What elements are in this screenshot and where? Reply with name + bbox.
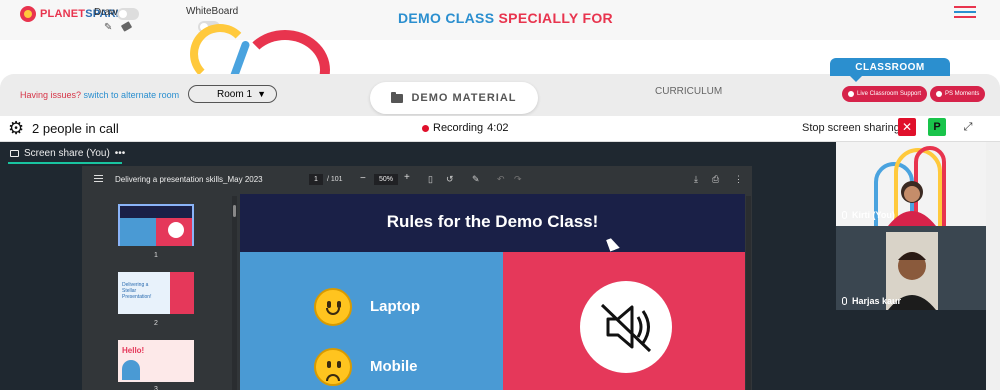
fit-page-icon[interactable]: ▯	[428, 174, 433, 185]
issues-notice: Having issues? switch to alternate room	[20, 90, 179, 100]
undo-icon[interactable]: ↶	[497, 174, 505, 185]
video-tile-self[interactable]: Kirti (You)	[836, 142, 986, 226]
download-icon[interactable]: ⤓	[694, 174, 698, 185]
info-icon	[848, 91, 854, 97]
thumbnail-page-3[interactable]: Hello!	[118, 340, 194, 382]
active-tab-indicator	[8, 162, 122, 164]
gear-icon[interactable]: ⚙	[8, 119, 24, 137]
logo-mark-icon	[20, 6, 36, 22]
participant-button[interactable]: P	[928, 118, 946, 136]
zoom-out-icon[interactable]: −	[360, 173, 366, 184]
stop-share-label: Stop screen sharing	[802, 122, 900, 134]
thumbnail-page-1[interactable]	[118, 204, 194, 246]
microphone-icon	[842, 211, 847, 219]
slide-item-laptop: Laptop	[370, 298, 420, 315]
draw-label: Draw	[94, 7, 118, 18]
mute-speaker-icon	[580, 281, 672, 373]
live-support-label: Live Classroom Support	[857, 91, 922, 97]
thumbnail-number: 3	[154, 386, 158, 390]
page-scrollbar[interactable]	[746, 196, 751, 390]
thumbnail-number: 1	[154, 252, 158, 259]
pdf-filename: Delivering a presentation skills_May 202…	[115, 175, 263, 184]
whiteboard-label: WhiteBoard	[186, 6, 239, 17]
annotate-icon[interactable]: ✎	[472, 174, 480, 185]
redo-icon[interactable]: ↷	[514, 174, 522, 185]
smiley-face-icon	[314, 288, 352, 326]
switch-room-link[interactable]: switch to alternate room	[84, 90, 180, 100]
recording-indicator: Recording 4:02	[422, 122, 509, 134]
draw-toggle[interactable]	[117, 8, 139, 20]
zoom-input[interactable]: 50%	[374, 174, 398, 185]
screen-share-tab[interactable]: Screen share (You) •••	[10, 148, 125, 159]
room-select-value: Room 1	[217, 88, 253, 100]
room-select[interactable]: Room 1 ▼	[188, 85, 277, 103]
recording-label: Recording	[433, 122, 484, 134]
more-options-icon[interactable]: •••	[115, 148, 126, 159]
zoom-in-icon[interactable]: +	[404, 172, 410, 183]
print-icon[interactable]: ⎙	[712, 174, 719, 185]
ps-moments-button[interactable]: PS Moments	[930, 86, 986, 102]
issues-text: Having issues?	[20, 90, 82, 100]
video-tile-participant[interactable]: Harjas kaur	[836, 226, 986, 310]
classroom-tab[interactable]: CLASSROOM	[830, 58, 950, 82]
monitor-icon	[10, 150, 19, 157]
close-icon: ✕	[901, 120, 913, 134]
screen-share-label: Screen share (You)	[24, 148, 110, 159]
slide-title: Rules for the Demo Class!	[386, 212, 599, 231]
sad-face-icon	[314, 348, 352, 386]
participant-label-other: Harjas kaur	[852, 296, 902, 306]
pdf-menu-icon[interactable]	[94, 175, 103, 182]
thumbnail-scroll-thumb[interactable]	[233, 205, 236, 217]
page-title: DEMO CLASS SPECIALLY FOR	[398, 10, 613, 26]
hamburger-menu-icon[interactable]	[954, 6, 976, 20]
participant-label-self: Kirti (You)	[852, 210, 895, 220]
thumbnail-2-title: Delivering a Stellar Presentation!	[122, 282, 152, 300]
ps-moments-label: PS Moments	[945, 91, 980, 97]
curriculum-tab[interactable]: CURRICULUM	[655, 86, 722, 97]
recording-time: 4:02	[487, 122, 509, 134]
stop-share-button[interactable]: ✕	[898, 118, 916, 136]
participant-name: Kirti (You)	[842, 210, 895, 220]
rotate-icon[interactable]: ↺	[446, 174, 454, 185]
thumbnail-3-title: Hello!	[122, 346, 145, 355]
pencil-icon[interactable]: ✎	[104, 22, 112, 33]
page-total: / 101	[327, 176, 343, 183]
thumbnail-scrollbar[interactable]	[232, 196, 237, 390]
caret-down-icon: ▼	[257, 89, 266, 99]
more-vert-icon[interactable]: ⋮	[734, 174, 743, 185]
demo-material-button[interactable]: DEMO MATERIAL	[370, 82, 538, 114]
live-support-button[interactable]: Live Classroom Support	[842, 86, 928, 102]
people-count: 2 people in call	[32, 121, 119, 136]
microphone-muted-icon	[842, 297, 847, 305]
thumbnail-number: 2	[154, 320, 158, 327]
star-icon	[936, 91, 942, 97]
classroom-tab-label: CLASSROOM	[855, 61, 925, 73]
participant-button-label: P	[933, 121, 941, 133]
page-number-input[interactable]: 1	[309, 174, 323, 185]
participant-name: Harjas kaur	[842, 296, 901, 306]
folder-icon	[391, 91, 404, 103]
recording-dot-icon	[422, 124, 429, 132]
thumbnail-page-2[interactable]: Delivering a Stellar Presentation!	[118, 272, 194, 314]
side-scrollbar[interactable]	[986, 142, 1000, 390]
slide-item-mobile: Mobile	[370, 358, 418, 375]
expand-icon[interactable]: ⤢	[960, 119, 976, 135]
demo-material-label: DEMO MATERIAL	[411, 92, 517, 104]
